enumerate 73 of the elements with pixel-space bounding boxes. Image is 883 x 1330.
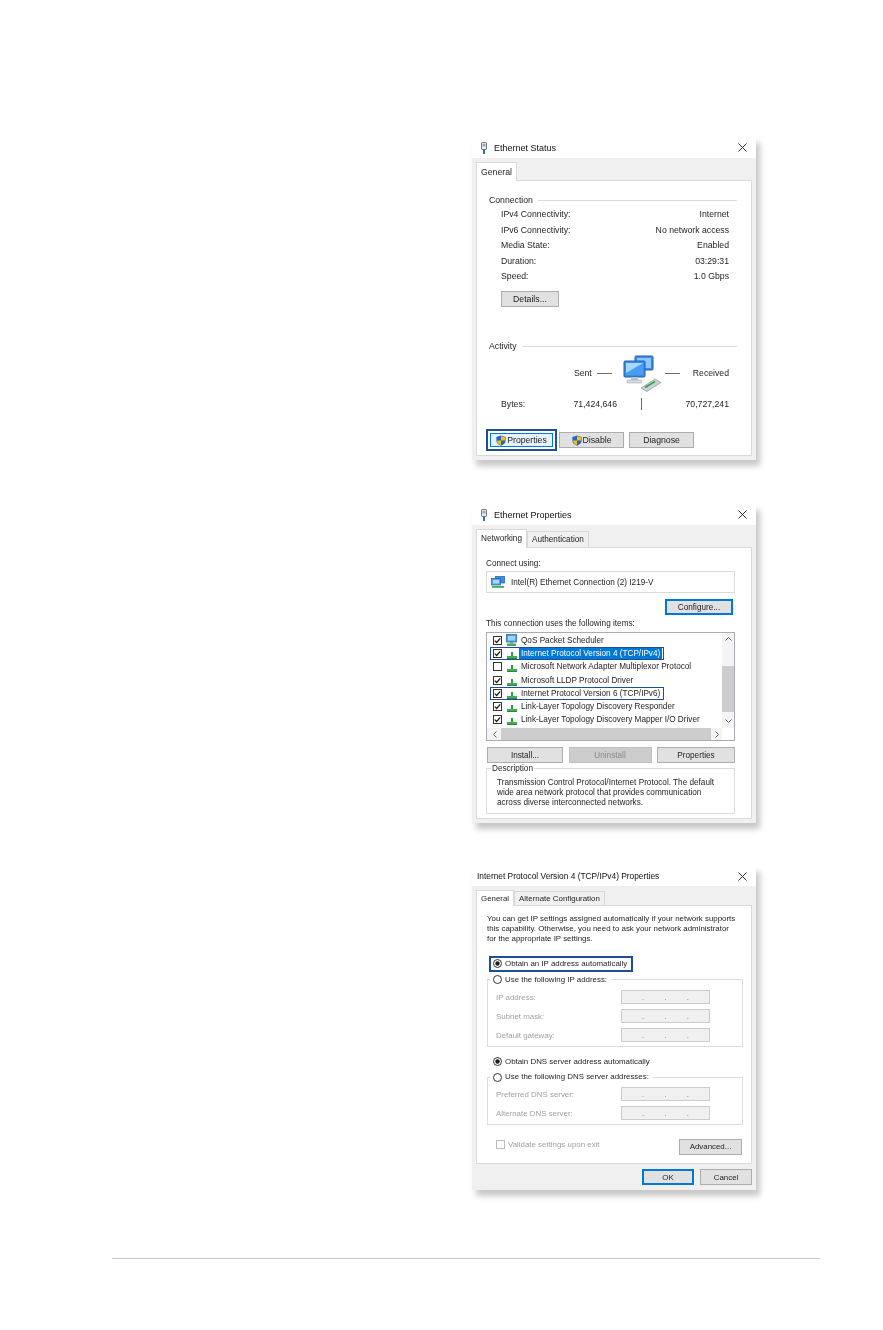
caret-left-icon[interactable]	[493, 730, 497, 738]
scrollbar-thumb[interactable]	[722, 666, 734, 712]
field-label: IPv4 Connectivity:	[501, 209, 571, 221]
list-item[interactable]: Microsoft Network Adapter Multiplexor Protocol	[519, 661, 694, 673]
plug-icon	[480, 141, 488, 154]
checkbox[interactable]	[493, 675, 502, 685]
checkbox[interactable]	[493, 649, 502, 659]
field-value: 1.0 Gbps	[693, 271, 729, 283]
network-icon	[506, 705, 517, 713]
section-heading: Connection	[489, 195, 533, 206]
section-heading: Activity	[489, 340, 517, 352]
checkbox[interactable]	[493, 662, 502, 672]
list-item[interactable]: Internet Protocol Version 6 (TCP/IPv6)	[519, 687, 663, 699]
configure-button[interactable]: Configure...	[665, 599, 733, 615]
scrollbar[interactable]	[722, 633, 734, 728]
list-item[interactable]: Microsoft LLDP Protocol Driver	[519, 674, 636, 686]
window-title: Ethernet Status	[494, 142, 558, 153]
action-button[interactable]: Properties	[486, 429, 557, 451]
action-button[interactable]: Diagnose	[629, 432, 694, 448]
network-icon	[506, 678, 517, 686]
radio-button[interactable]	[493, 959, 502, 968]
action-button[interactable]: Properties	[657, 747, 735, 763]
window-title: Internet Protocol Version 4 (TCP/IPv4) Properties	[477, 871, 661, 881]
list-item[interactable]: Link-Layer Topology Discovery Mapper I/O Driver	[519, 714, 702, 726]
computer-icon	[506, 634, 517, 647]
network-icon	[506, 665, 517, 673]
field-label: Duration:	[501, 255, 537, 267]
field-value: Internet	[699, 209, 729, 221]
checkbox[interactable]	[493, 688, 502, 698]
caret-down-icon[interactable]	[724, 719, 732, 723]
field-label: Media State:	[501, 240, 550, 252]
adapter-name: Intel(R) Ethernet Connection (2) I219-V	[511, 576, 654, 588]
close-icon[interactable]	[738, 143, 747, 152]
field-label: IPv6 Connectivity:	[501, 224, 571, 236]
field-value: No network access	[655, 224, 729, 236]
caret-right-icon[interactable]	[715, 730, 719, 738]
network-icon	[506, 718, 517, 726]
radio-button[interactable]	[493, 1073, 502, 1082]
sent-label: Sent	[573, 368, 592, 379]
computers-icon	[621, 355, 662, 392]
caret-up-icon[interactable]	[724, 637, 732, 641]
received-label: Received	[692, 368, 729, 379]
field-value: 03:29:31	[695, 255, 729, 267]
field-label: Connect using:	[486, 558, 541, 569]
network-icon	[506, 652, 517, 660]
bytes-received: 70,727,241	[685, 398, 729, 410]
group-heading: Description	[491, 763, 534, 774]
field-label: Speed:	[501, 271, 529, 283]
checkbox[interactable]	[493, 636, 502, 646]
bytes-label: Bytes:	[501, 398, 527, 410]
radio-button[interactable]	[493, 975, 502, 984]
details-button[interactable]: Details...	[501, 291, 559, 307]
tab[interactable]: General	[476, 162, 517, 181]
list-item[interactable]: Link-Layer Topology Discovery Responder	[519, 701, 677, 713]
field-value: Enabled	[697, 240, 729, 252]
plug-icon	[480, 508, 488, 521]
list-item[interactable]: Internet Protocol Version 4 (TCP/IPv4)	[519, 648, 663, 660]
description-text: Transmission Control Protocol/Internet Protocol. The default wide area network protocol that provides communication across diverse interconnected networks.	[497, 778, 716, 808]
network-computer-icon	[491, 576, 505, 588]
window-title: Ethernet Properties	[494, 509, 573, 520]
checkbox[interactable]	[493, 715, 502, 725]
bytes-sent: 71,424,646	[573, 398, 617, 410]
action-button[interactable]: Install...	[487, 747, 563, 763]
close-icon[interactable]	[738, 510, 747, 519]
list-item[interactable]: QoS Packet Scheduler	[519, 635, 606, 647]
checkbox[interactable]	[493, 702, 502, 712]
tab[interactable]: Authentication	[526, 531, 589, 547]
network-icon	[506, 691, 517, 699]
tab[interactable]: Networking	[476, 529, 527, 548]
field-label: This connection uses the following items:	[486, 617, 635, 629]
radio-button[interactable]	[493, 1057, 502, 1066]
close-icon[interactable]	[738, 871, 747, 881]
action-button[interactable]: Disable	[559, 432, 624, 448]
